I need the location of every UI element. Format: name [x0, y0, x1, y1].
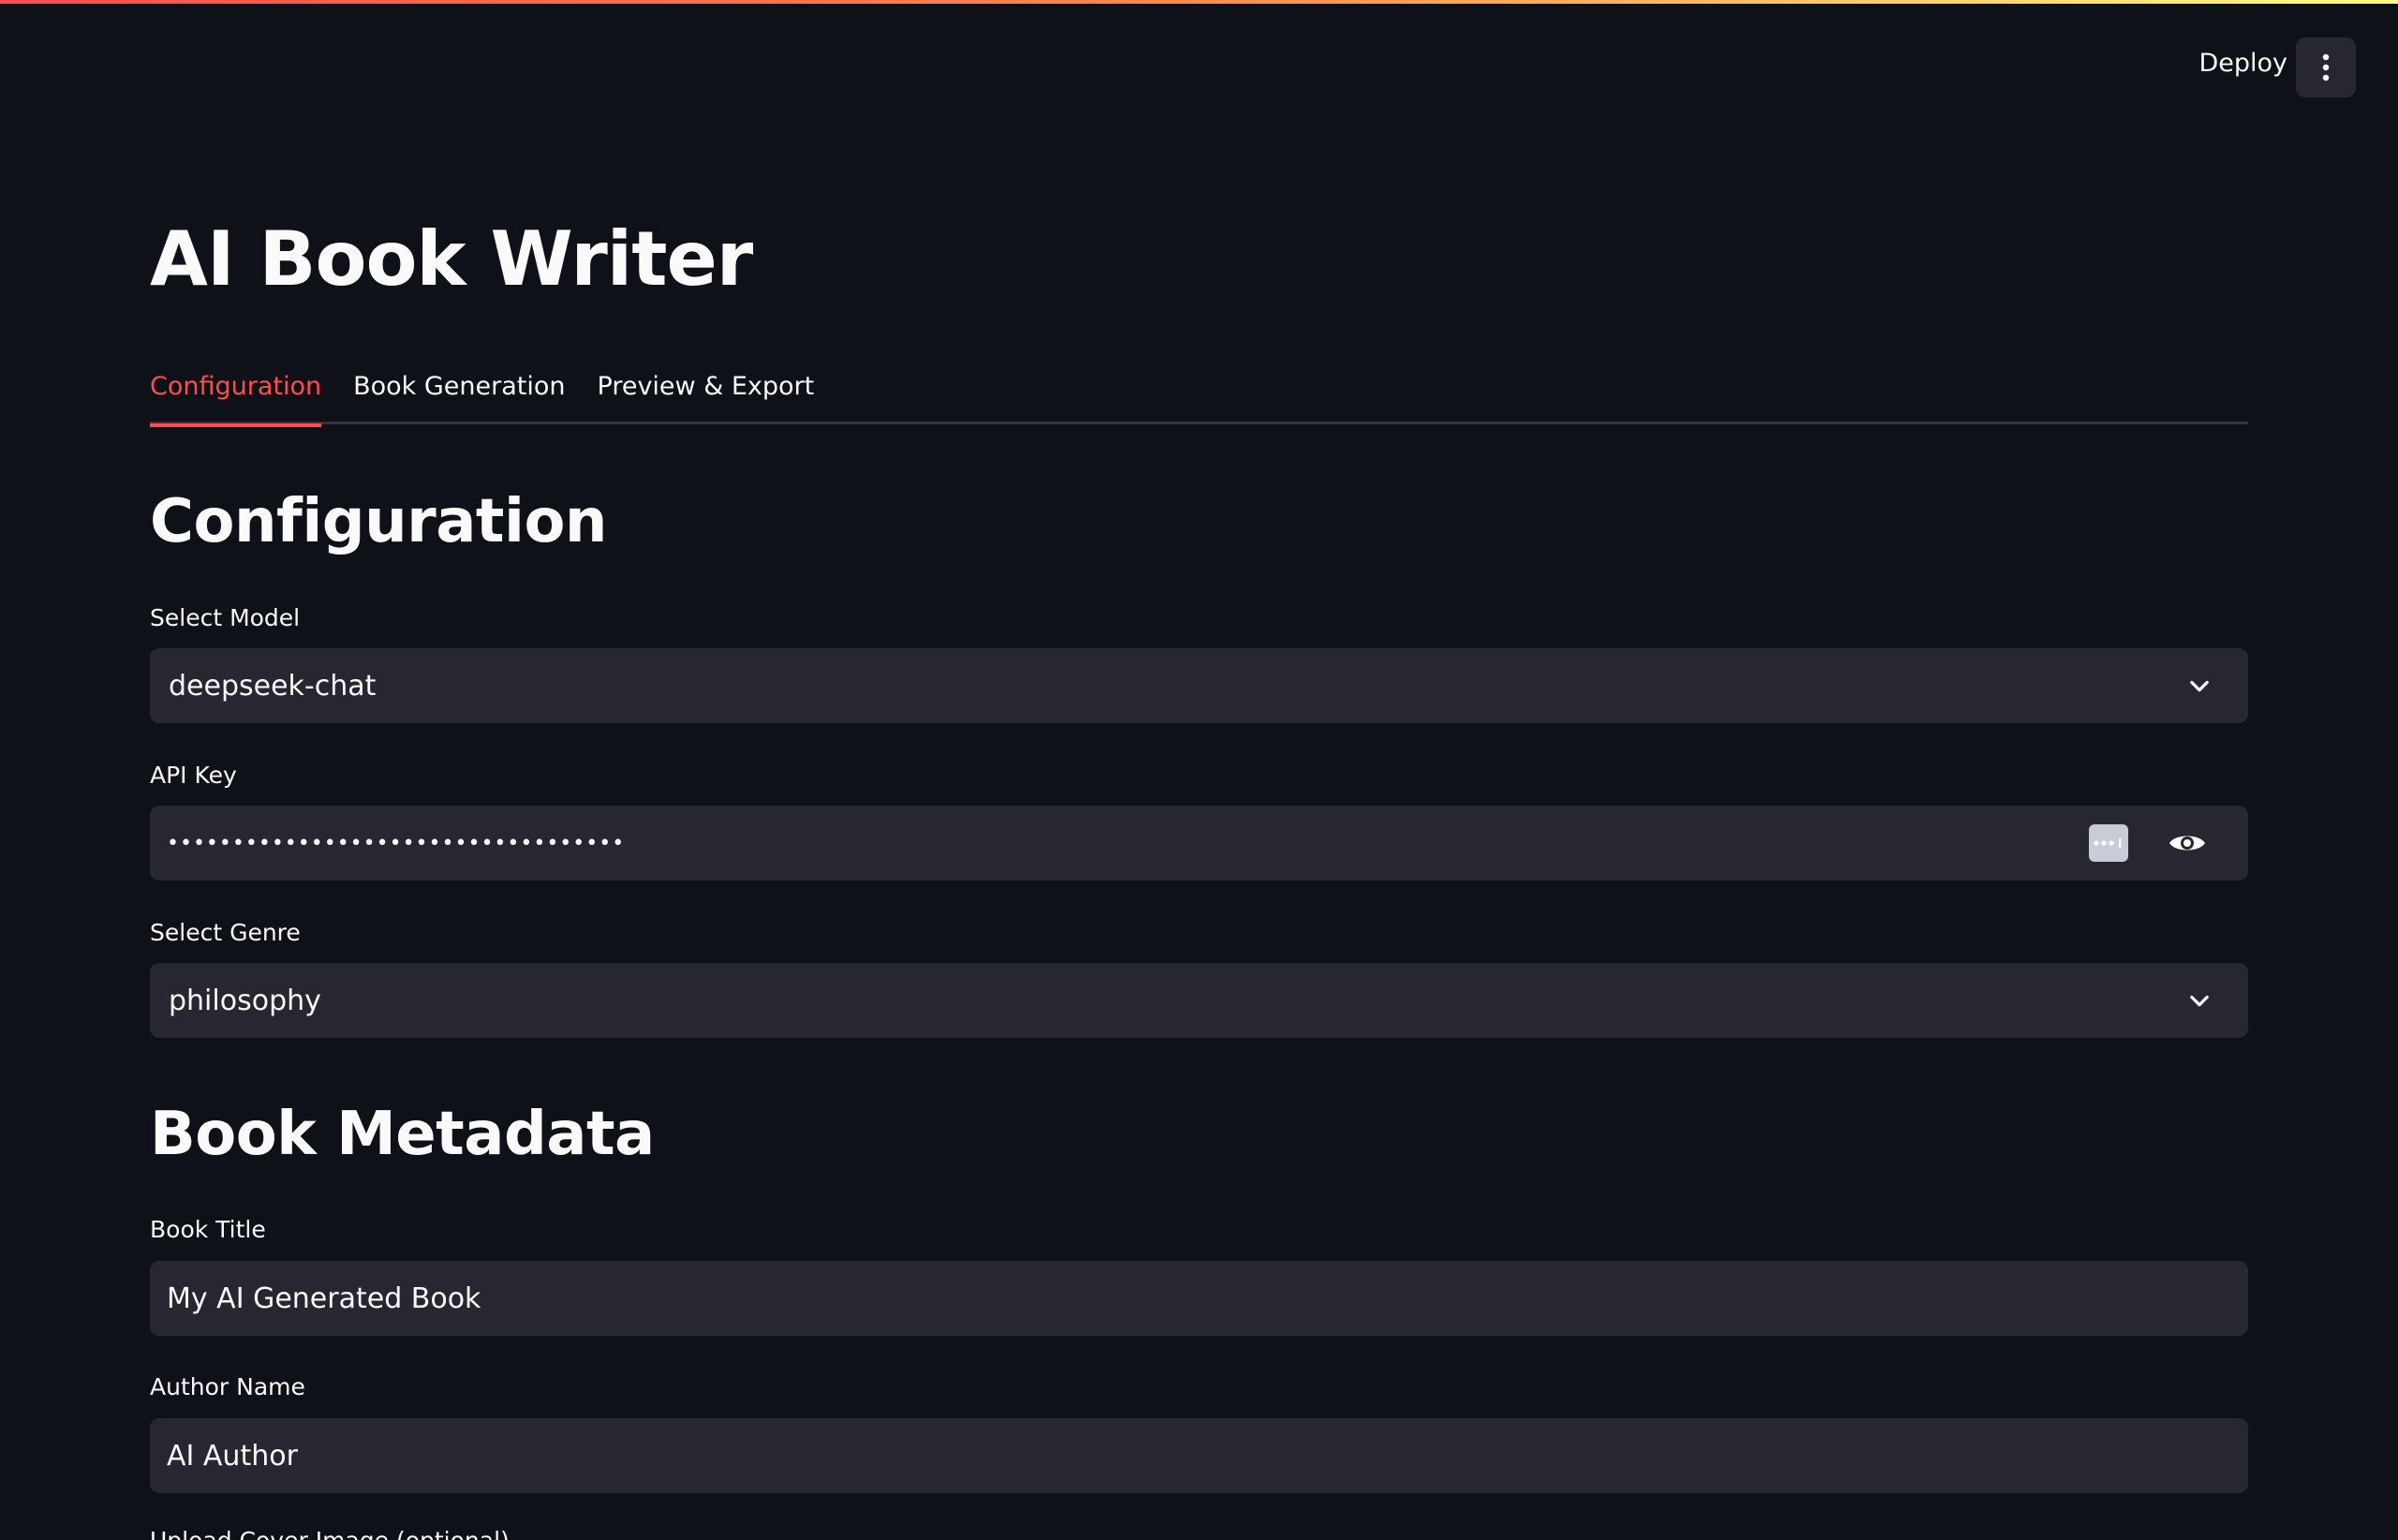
author-name-input[interactable]: AI Author [150, 1418, 2248, 1493]
page-title: AI Book Writer [150, 215, 753, 303]
select-model-label: Select Model [150, 604, 301, 631]
chevron-down-icon [2190, 995, 2209, 1007]
genre-select[interactable]: philosophy [150, 963, 2248, 1038]
show-password-eye-icon[interactable] [2168, 830, 2207, 856]
author-name-value: AI Author [167, 1439, 298, 1473]
book-title-label: Book Title [150, 1216, 266, 1243]
chevron-down-icon [2190, 680, 2209, 692]
password-manager-icon[interactable] [2089, 824, 2128, 862]
book-metadata-heading: Book Metadata [150, 1100, 655, 1169]
tab-preview-export[interactable]: Preview & Export [598, 361, 815, 424]
app-header: Deploy [0, 0, 2398, 112]
book-title-input[interactable]: My AI Generated Book [150, 1261, 2248, 1336]
configuration-heading: Configuration [150, 487, 607, 556]
book-title-value: My AI Generated Book [167, 1281, 481, 1315]
deploy-button[interactable]: Deploy [2198, 49, 2287, 78]
tab-bar: Configuration Book Generation Preview & … [150, 361, 2248, 427]
genre-select-value: philosophy [169, 984, 321, 1017]
api-key-input[interactable]: ••••••••••••••••••••••••••••••••••• [150, 806, 2248, 881]
cover-upload-label: Upload Cover Image (optional) [150, 1527, 510, 1540]
kebab-menu-icon [2322, 53, 2330, 81]
tab-configuration[interactable]: Configuration [150, 361, 322, 427]
tab-book-generation[interactable]: Book Generation [353, 361, 565, 424]
model-select-value: deepseek-chat [169, 669, 377, 703]
select-genre-label: Select Genre [150, 919, 301, 946]
model-select[interactable]: deepseek-chat [150, 648, 2248, 723]
main-menu-button[interactable] [2296, 37, 2356, 97]
api-key-value: ••••••••••••••••••••••••••••••••••• [167, 831, 626, 855]
author-name-label: Author Name [150, 1373, 305, 1400]
api-key-label: API Key [150, 762, 237, 789]
